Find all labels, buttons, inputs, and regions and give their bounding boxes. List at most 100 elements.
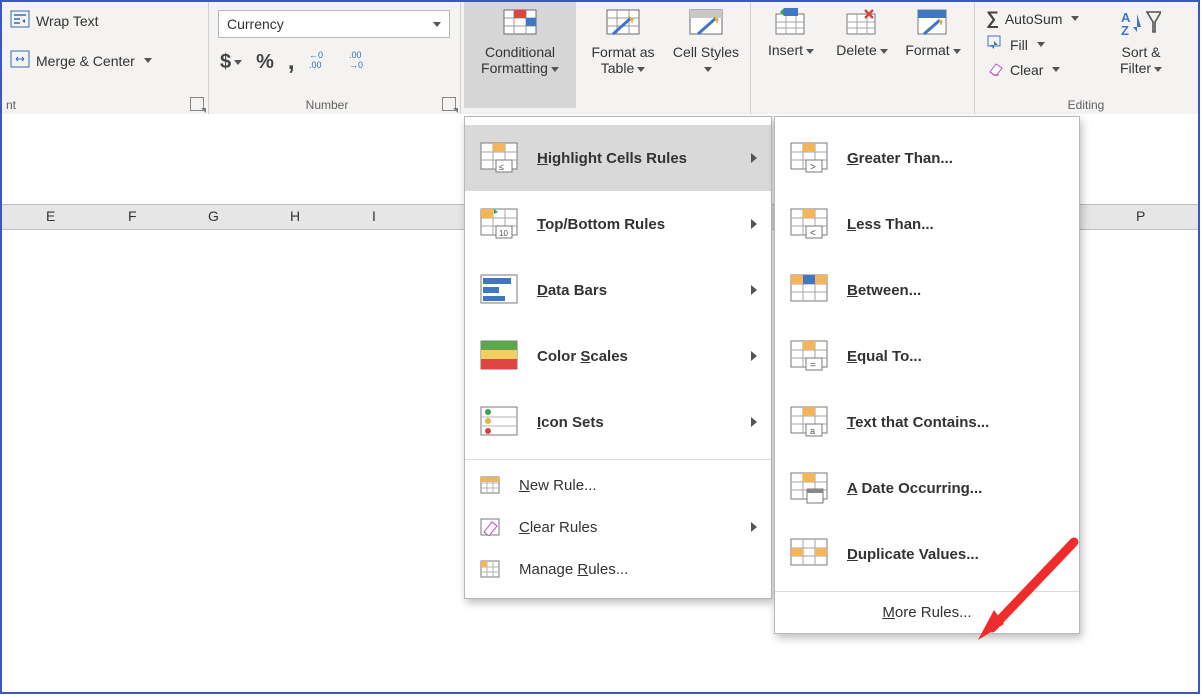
menu-top-bottom-rules[interactable]: 10 Top/Bottom Rules [465,191,771,257]
greater-than-icon: > [789,141,829,175]
clear-label: Clear [1010,62,1043,78]
highlight-cells-submenu: > Greater Than... < Less Than... Between… [774,116,1080,634]
col-H[interactable]: H [290,208,300,224]
chevron-right-icon [745,282,757,299]
submenu-duplicate-values[interactable]: Duplicate Values... [775,521,1079,587]
increase-decimal-button[interactable]: ←0.00 [309,48,335,76]
group-number: Currency $ % , ←0.00 .00→0 Number [208,2,461,114]
menu-color-scales[interactable]: Color Scales [465,323,771,389]
autosum-label: AutoSum [1005,11,1063,27]
percent-style-button[interactable]: % [256,51,274,74]
ribbon: Wrap Text Merge & Center nt Currency $ %… [2,2,1198,115]
manage-rules-icon [479,558,501,580]
menu-clear-rules[interactable]: Clear Rules [465,506,771,548]
date-occurring-icon [789,471,829,505]
svg-text:<: < [810,228,816,239]
conditional-formatting-label: Conditional Formatting [467,45,573,76]
clear-rules-icon [479,516,501,538]
group-label-number: Number [208,98,446,112]
menu-icon-sets[interactable]: Icon Sets [465,389,771,455]
insert-cells-button[interactable]: Insert [760,2,822,59]
group-styles: Conditional Formatting Format as Table C… [460,2,751,114]
submenu-date-occurring[interactable]: A Date Occurring... [775,455,1079,521]
group-cells: Insert Delete Format [750,2,975,114]
decrease-decimal-button[interactable]: .00→0 [349,48,375,76]
menu-separator [775,591,1079,592]
svg-text:a: a [810,426,815,436]
merge-center-icon [10,50,30,71]
format-as-table-button[interactable]: Format as Table [580,2,666,108]
accounting-format-button[interactable]: $ [220,51,242,74]
group-editing: ∑ AutoSum Fill Clear AZ Sort & Filter Ed… [974,2,1200,114]
format-as-table-label: Format as Table [580,45,666,76]
less-than-icon: < [789,207,829,241]
submenu-more-rules[interactable]: More Rules... [775,596,1079,629]
merge-center-button[interactable]: Merge & Center [4,48,158,73]
svg-text:→0: →0 [349,60,363,70]
svg-text:=: = [810,360,816,371]
data-bars-icon [479,273,519,307]
delete-cells-button[interactable]: Delete [830,2,894,59]
highlight-cells-icon: ≤ [479,141,519,175]
sigma-icon: ∑ [986,8,999,29]
fill-button[interactable]: Fill [980,33,1085,56]
comma-style-button[interactable]: , [288,48,295,76]
delete-cells-label: Delete [836,43,887,58]
format-cells-icon [916,8,950,39]
eraser-icon [986,60,1004,79]
delete-cells-icon [845,8,879,39]
col-P[interactable]: P [1136,208,1145,224]
svg-text:>: > [810,162,816,173]
dialog-launcher-number[interactable] [442,97,456,111]
conditional-formatting-menu: ≤ HHighlight Cells Rulesighlight Cells R… [464,116,772,599]
group-label-alignment-partial: nt [2,98,194,112]
icon-sets-icon [479,405,519,439]
fill-down-icon [986,35,1004,54]
col-G[interactable]: G [208,208,219,224]
col-E[interactable]: E [46,208,55,224]
dialog-launcher-alignment[interactable] [190,97,204,111]
number-format-selected: Currency [227,16,284,32]
svg-text:Z: Z [1121,23,1129,38]
top-bottom-icon: 10 [479,207,519,241]
wrap-text-button[interactable]: Wrap Text [4,8,105,33]
menu-new-rule[interactable]: New Rule... [465,464,771,506]
conditional-formatting-icon [502,8,538,41]
group-alignment: Wrap Text Merge & Center nt [2,2,209,114]
format-as-table-icon [605,8,641,41]
svg-text:.00: .00 [349,50,362,60]
menu-highlight-cells-rules[interactable]: ≤ HHighlight Cells Rulesighlight Cells R… [465,125,771,191]
chevron-right-icon [745,216,757,233]
col-I[interactable]: I [372,208,376,224]
merge-center-label: Merge & Center [36,53,135,69]
new-rule-icon [479,474,501,496]
fill-label: Fill [1010,37,1028,53]
format-cells-label: Format [905,43,960,58]
submenu-text-contains[interactable]: a Text that Contains... [775,389,1079,455]
chevron-right-icon [745,414,757,431]
menu-data-bars[interactable]: Data Bars [465,257,771,323]
format-cells-button[interactable]: Format [900,2,966,59]
submenu-between[interactable]: Between... [775,257,1079,323]
svg-text:.00: .00 [309,60,322,70]
chevron-right-icon [745,348,757,365]
group-label-editing: Editing [974,98,1198,112]
sort-filter-button[interactable]: AZ Sort & Filter [1106,2,1176,76]
submenu-less-than[interactable]: < Less Than... [775,191,1079,257]
svg-text:≤: ≤ [499,162,504,172]
between-icon [789,273,829,307]
equal-to-icon: = [789,339,829,373]
conditional-formatting-button[interactable]: Conditional Formatting [464,2,576,108]
clear-button[interactable]: Clear [980,58,1085,81]
cell-styles-label: Cell Styles [670,45,742,76]
number-format-dropdown[interactable]: Currency [218,10,450,38]
svg-text:←0: ←0 [309,50,323,60]
col-F[interactable]: F [128,208,137,224]
cell-styles-button[interactable]: Cell Styles [670,2,742,108]
insert-cells-label: Insert [768,43,814,58]
submenu-equal-to[interactable]: = Equal To... [775,323,1079,389]
submenu-greater-than[interactable]: > Greater Than... [775,125,1079,191]
autosum-button[interactable]: ∑ AutoSum [980,6,1085,31]
cell-styles-icon [688,8,724,41]
menu-manage-rules[interactable]: Manage Rules... [465,548,771,590]
